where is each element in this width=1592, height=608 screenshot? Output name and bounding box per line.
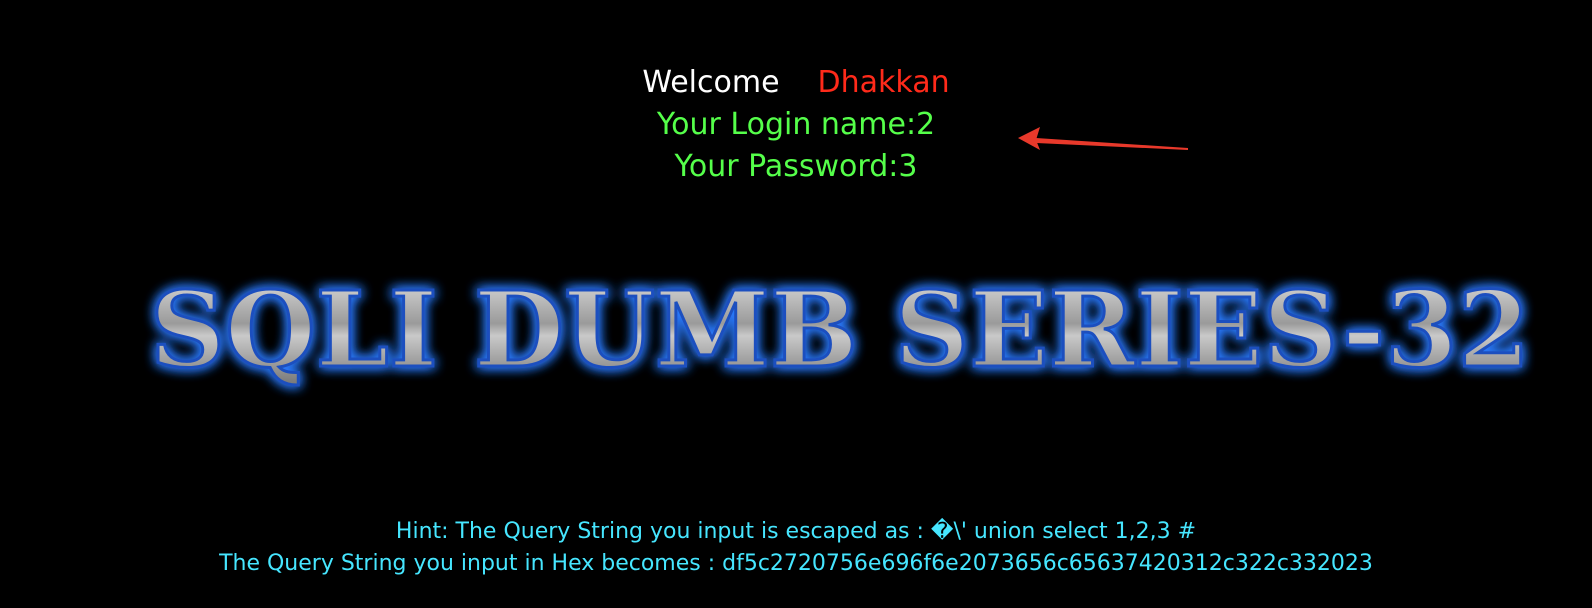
banner-title: SQLI DUMB SERIES-32 xyxy=(150,268,1530,391)
hint-hex-text: The Query String you input in Hex become… xyxy=(219,551,1373,576)
banner-logo: SQLI DUMB SERIES-32 xyxy=(149,267,1532,393)
hint-escaped-text: Hint: The Query String you input is esca… xyxy=(395,519,1197,544)
